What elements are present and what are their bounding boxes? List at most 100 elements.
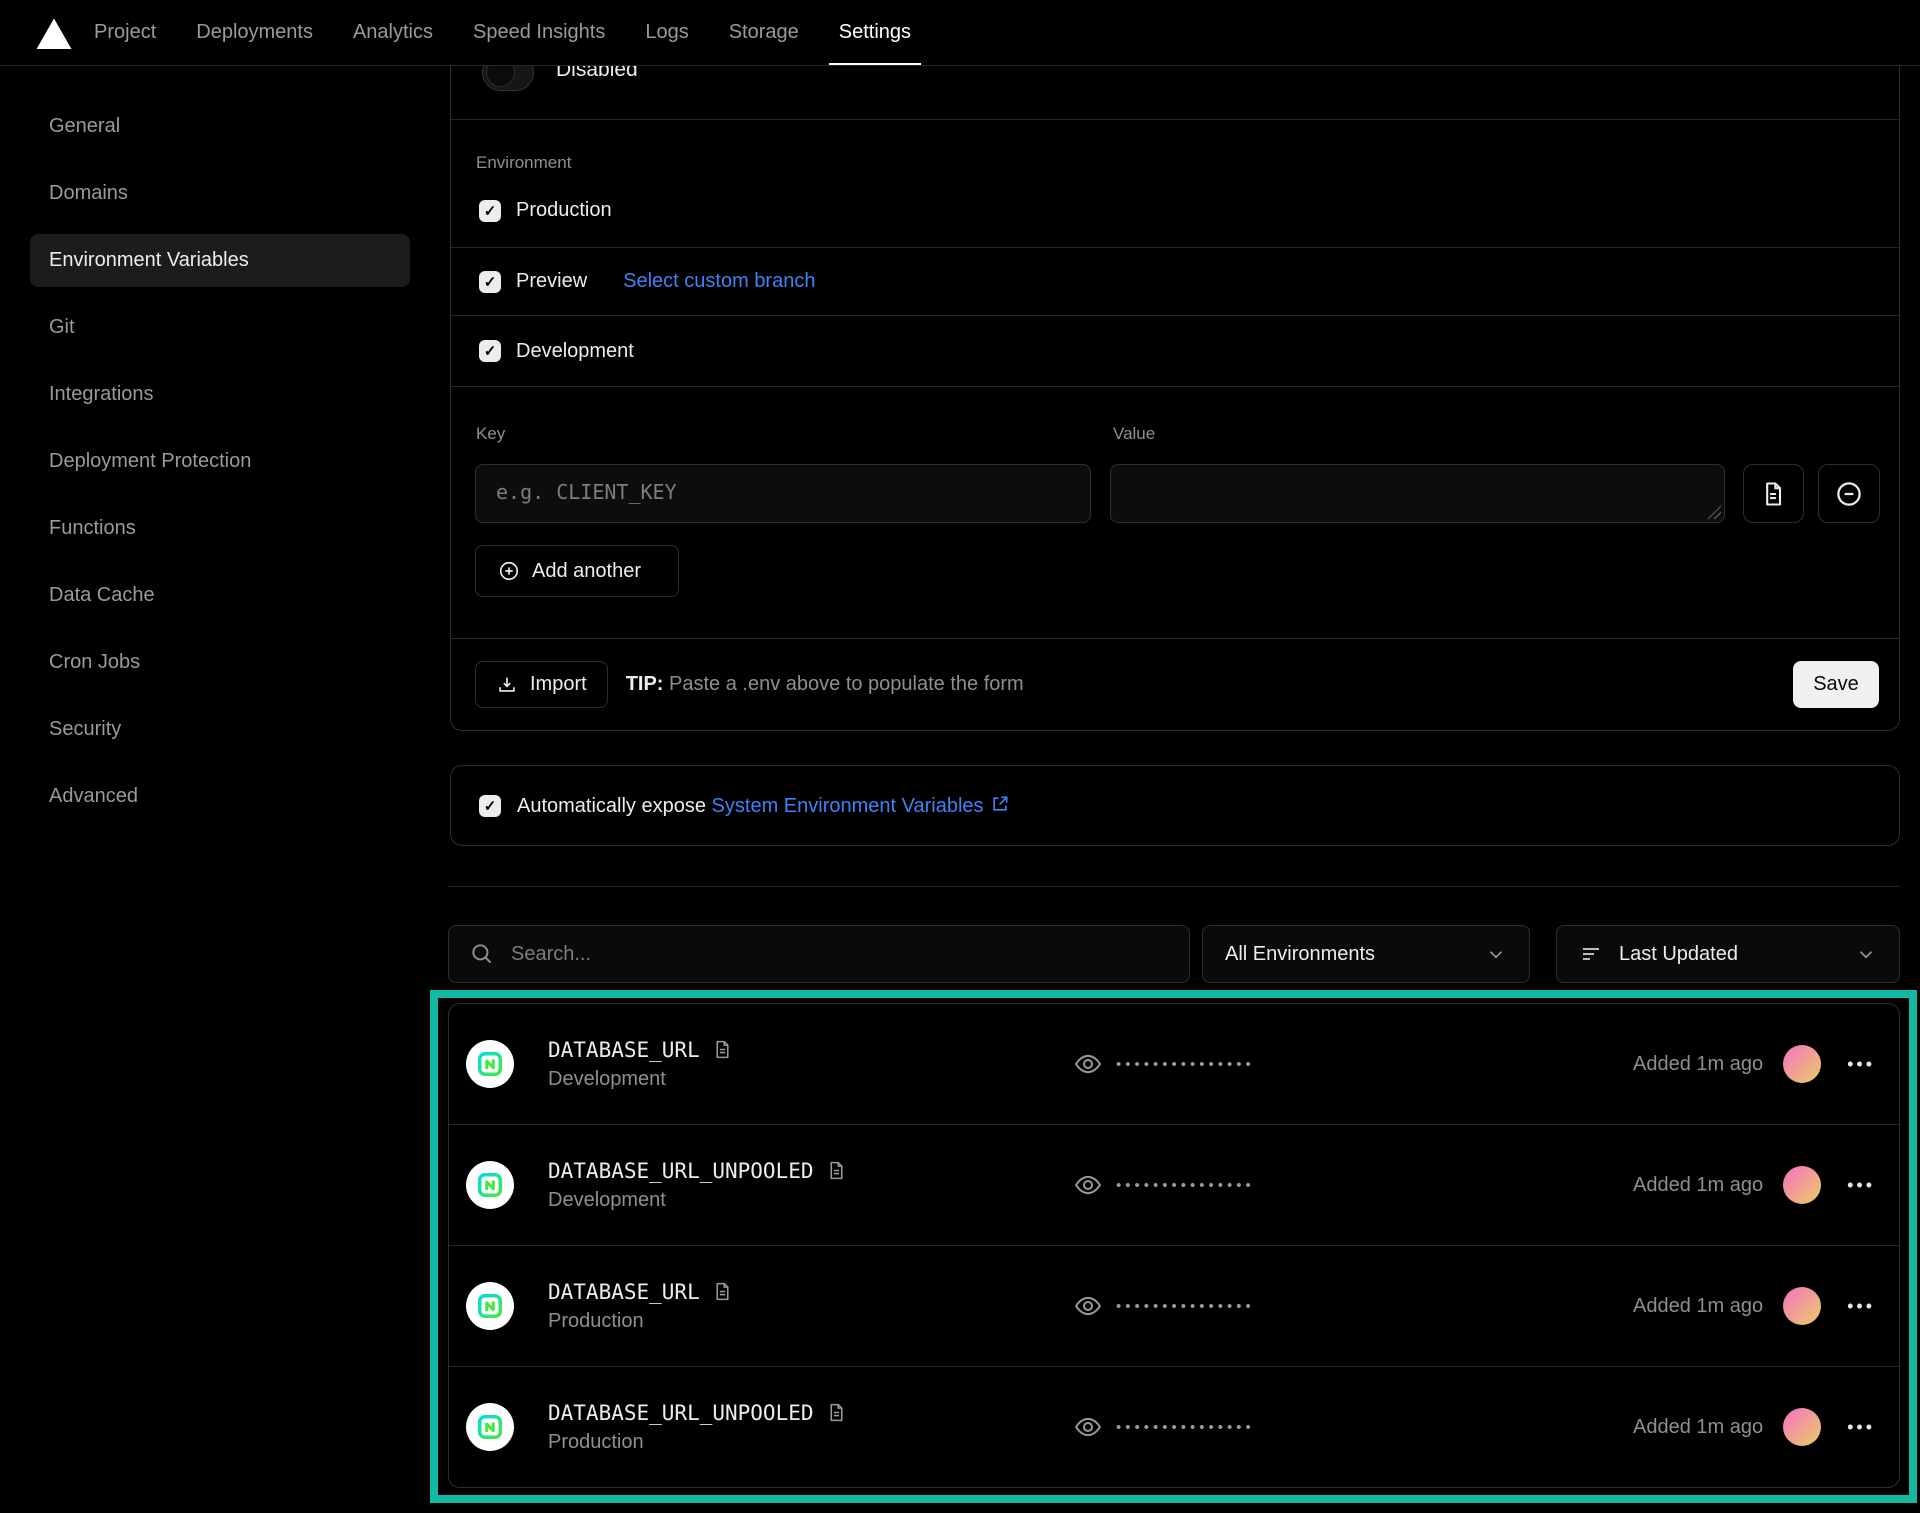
select-custom-branch-link[interactable]: Select custom branch <box>623 270 815 293</box>
nav-items: Project Deployments Analytics Speed Insi… <box>94 0 911 65</box>
env-var-value-block: ••••••••••••••• <box>1073 1170 1255 1200</box>
import-button[interactable]: Import <box>475 661 608 708</box>
env-var-key-block: DATABASE_URL_UNPOOLED Production <box>548 1401 1073 1454</box>
development-checkbox[interactable]: ✓ <box>479 340 501 362</box>
row-menu-button[interactable]: ••• <box>1847 1054 1875 1075</box>
eye-icon[interactable] <box>1073 1170 1103 1200</box>
sidebar-item-advanced[interactable]: Advanced <box>30 770 410 823</box>
download-icon <box>496 674 518 696</box>
row-menu-button[interactable]: ••• <box>1847 1175 1875 1196</box>
nav-item-settings[interactable]: Settings <box>839 0 911 65</box>
remove-row-button[interactable] <box>1818 464 1880 523</box>
env-var-row[interactable]: DATABASE_URL_UNPOOLED Development ••••••… <box>449 1124 1899 1245</box>
search-icon <box>469 941 495 967</box>
eye-icon[interactable] <box>1073 1049 1103 1079</box>
user-avatar <box>1783 1287 1821 1325</box>
neon-integration-avatar <box>466 1040 514 1088</box>
add-another-label: Add another <box>532 560 641 583</box>
neon-logo-icon <box>476 1050 504 1078</box>
system-env-vars-link[interactable]: System Environment Variables <box>712 795 984 817</box>
env-var-value-block: ••••••••••••••• <box>1073 1049 1255 1079</box>
import-button-label: Import <box>530 673 587 696</box>
neon-logo-icon <box>476 1413 504 1441</box>
masked-value: ••••••••••••••• <box>1116 1177 1255 1194</box>
divider <box>451 386 1899 387</box>
env-var-key-block: DATABASE_URL Development <box>548 1038 1073 1091</box>
user-avatar <box>1783 1166 1821 1204</box>
section-divider <box>448 886 1900 887</box>
environment-filter-select[interactable]: All Environments <box>1202 925 1530 983</box>
env-var-environment: Development <box>548 1189 1073 1212</box>
chevron-down-icon <box>1855 943 1877 965</box>
nav-item-storage[interactable]: Storage <box>729 0 799 65</box>
env-var-list: DATABASE_URL Development •••••••••••••••… <box>448 1003 1900 1488</box>
sidebar-item-deployment-protection[interactable]: Deployment Protection <box>30 435 410 488</box>
eye-icon[interactable] <box>1073 1291 1103 1321</box>
nav-item-deployments[interactable]: Deployments <box>196 0 313 65</box>
eye-icon[interactable] <box>1073 1412 1103 1442</box>
sidebar-item-general[interactable]: General <box>30 100 410 153</box>
added-timestamp: Added 1m ago <box>1633 1295 1763 1318</box>
expose-text-prefix: Automatically expose <box>517 795 712 817</box>
key-field-label: Key <box>476 424 1113 445</box>
sidebar-item-environment-variables[interactable]: Environment Variables <box>30 234 410 287</box>
neon-integration-avatar <box>466 1403 514 1451</box>
filters-row: All Environments Last Updated <box>448 925 1900 983</box>
save-button[interactable]: Save <box>1793 661 1879 708</box>
search-input[interactable] <box>511 943 1169 966</box>
tip-label: TIP: <box>626 673 664 695</box>
env-var-name: DATABASE_URL_UNPOOLED <box>548 1401 814 1425</box>
key-value-labels: Key Value <box>476 424 1899 445</box>
paste-env-file-button[interactable] <box>1743 464 1805 523</box>
nav-item-logs[interactable]: Logs <box>645 0 688 65</box>
note-icon[interactable] <box>826 1160 847 1181</box>
production-checkbox[interactable]: ✓ <box>479 200 501 222</box>
env-var-row[interactable]: DATABASE_URL_UNPOOLED Production •••••••… <box>449 1366 1899 1487</box>
env-var-name: DATABASE_URL <box>548 1280 700 1304</box>
sort-icon <box>1579 942 1603 966</box>
sidebar-item-security[interactable]: Security <box>30 703 410 756</box>
row-menu-button[interactable]: ••• <box>1847 1296 1875 1317</box>
add-another-button[interactable]: Add another <box>475 545 679 597</box>
divider <box>451 119 1899 120</box>
sidebar-item-cron-jobs[interactable]: Cron Jobs <box>30 636 410 689</box>
masked-value: ••••••••••••••• <box>1116 1056 1255 1073</box>
file-icon <box>1759 480 1787 508</box>
sidebar-item-domains[interactable]: Domains <box>30 167 410 220</box>
note-icon[interactable] <box>712 1039 733 1060</box>
masked-value: ••••••••••••••• <box>1116 1419 1255 1436</box>
resize-grip[interactable] <box>1707 505 1721 519</box>
value-field-label: Value <box>1113 424 1155 445</box>
env-var-row[interactable]: DATABASE_URL Development •••••••••••••••… <box>449 1004 1899 1124</box>
note-icon[interactable] <box>712 1281 733 1302</box>
top-nav: Project Deployments Analytics Speed Insi… <box>0 0 1920 66</box>
added-timestamp: Added 1m ago <box>1633 1053 1763 1076</box>
key-input[interactable] <box>475 464 1091 523</box>
nav-item-project[interactable]: Project <box>94 0 156 65</box>
env-var-row[interactable]: DATABASE_URL Production ••••••••••••••• … <box>449 1245 1899 1366</box>
neon-logo-icon <box>476 1292 504 1320</box>
tip-text: TIP: Paste a .env above to populate the … <box>626 673 1024 696</box>
sort-select[interactable]: Last Updated <box>1556 925 1900 983</box>
env-var-environment: Development <box>548 1068 1073 1091</box>
sidebar-item-functions[interactable]: Functions <box>30 502 410 555</box>
sidebar-item-git[interactable]: Git <box>30 301 410 354</box>
tip-body: Paste a .env above to populate the form <box>663 673 1023 695</box>
env-var-name: DATABASE_URL <box>548 1038 700 1062</box>
env-var-form-card: Disabled Environment ✓ Production ✓ Prev… <box>450 0 1900 731</box>
added-timestamp: Added 1m ago <box>1633 1174 1763 1197</box>
preview-checkbox[interactable]: ✓ <box>479 271 501 293</box>
external-link-icon <box>990 794 1010 814</box>
note-icon[interactable] <box>826 1402 847 1423</box>
value-input[interactable] <box>1110 464 1725 523</box>
row-menu-button[interactable]: ••• <box>1847 1417 1875 1438</box>
sidebar-item-data-cache[interactable]: Data Cache <box>30 569 410 622</box>
nav-item-speed-insights[interactable]: Speed Insights <box>473 0 605 65</box>
sidebar-item-integrations[interactable]: Integrations <box>30 368 410 421</box>
vercel-logo[interactable] <box>36 0 72 65</box>
production-checkbox-label: Production <box>516 199 612 222</box>
expose-text: Automatically expose System Environment … <box>517 794 1010 818</box>
neon-logo-icon <box>476 1171 504 1199</box>
nav-item-analytics[interactable]: Analytics <box>353 0 433 65</box>
expose-checkbox[interactable]: ✓ <box>479 795 501 817</box>
